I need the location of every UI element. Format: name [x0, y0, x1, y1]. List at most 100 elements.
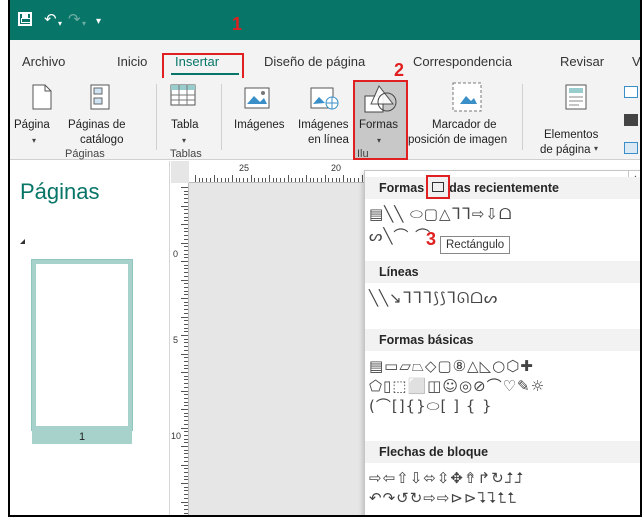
collapse-icon[interactable]	[20, 239, 25, 244]
ruler-tick	[213, 175, 215, 182]
undo-icon[interactable]: ↶	[44, 12, 57, 28]
ruler-tick	[184, 216, 188, 218]
customize-quick-access-icon[interactable]: ▾	[96, 14, 101, 30]
ruler-tick	[181, 372, 188, 373]
imagenes-button-label[interactable]: Imágenes	[234, 118, 285, 133]
ruler-tick	[184, 238, 188, 240]
ruler-tick	[181, 464, 188, 466]
page-thumbnail[interactable]	[32, 260, 132, 430]
calendar-icon[interactable]	[624, 86, 638, 98]
ruler-tick	[184, 442, 188, 444]
save-icon[interactable]	[18, 12, 32, 26]
ruler-tick	[217, 178, 219, 182]
tab-vista[interactable]: V	[632, 54, 640, 69]
ruler-tick	[261, 178, 263, 182]
publisher-window: ↶ ▾ ↷ ▾ ▾ 1 Archivo Inicio Insertar Dise…	[8, 0, 642, 517]
ruler-tick	[181, 335, 188, 336]
ruler-tick	[317, 178, 319, 182]
group-separator	[221, 84, 222, 150]
page-icon	[32, 84, 52, 110]
catalog-pages-icon	[90, 84, 110, 110]
ruler-tick	[181, 242, 188, 244]
paginas-catalogo-label-1[interactable]: Páginas de	[68, 118, 126, 133]
ruler-tick	[184, 512, 188, 514]
redo-icon: ↷	[68, 11, 81, 28]
ruler-tick	[184, 423, 188, 425]
ruler-tick	[354, 178, 356, 182]
ruler-tick	[198, 178, 200, 182]
ruler-tick	[306, 175, 307, 182]
ruler-tick	[184, 201, 188, 203]
ruler-tick	[269, 175, 270, 182]
ruler-tick	[184, 468, 188, 470]
marcador-label-1[interactable]: Marcador de	[432, 118, 497, 133]
ruler-tick	[184, 397, 188, 399]
ruler-tick	[184, 194, 188, 196]
ruler-tick	[272, 178, 274, 182]
lines-row[interactable]: ╲╲↘ᒣᒣᒣ⟆⟆ᒣᘏᗝᔕ	[369, 289, 498, 307]
rectangle-shape-button[interactable]	[426, 175, 450, 199]
ribbon-insertar: Página ▾ Páginas de catálogo Páginas Tab…	[10, 78, 640, 160]
block-arrows-row-1[interactable]: ⇨⇦⇧⇩⬄⇳✥⇮↱↻⮥⮥	[369, 469, 524, 487]
ruler-tick	[184, 508, 188, 510]
ruler-tick	[184, 212, 188, 214]
recent-shapes-row-1[interactable]: ▤╲╲ ⬭▢△ᒣᒣ⇨⇩ᗝ	[369, 205, 512, 223]
ruler-tick	[184, 286, 188, 288]
section-recent-shapes: Formas usadas recientemente	[365, 177, 640, 199]
tab-correspondencia[interactable]: Correspondencia	[413, 54, 512, 69]
ruler-tick	[181, 205, 188, 207]
pagina-button-label[interactable]: Página	[14, 118, 50, 133]
ad-icon[interactable]	[624, 114, 638, 126]
ruler-tick	[184, 294, 188, 296]
ruler-tick	[184, 253, 188, 255]
imagenes-linea-label-1[interactable]: Imágenes	[298, 118, 349, 133]
ruler-tick	[181, 409, 188, 410]
ruler-tick	[181, 298, 188, 299]
ruler-tick	[184, 479, 188, 481]
table-icon	[170, 84, 196, 106]
elementos-label-1[interactable]: Elementos	[544, 128, 598, 143]
ruler-tick	[291, 178, 293, 182]
elementos-label-2[interactable]: de página	[540, 143, 591, 158]
ruler-tick	[184, 420, 188, 422]
ruler-tick	[298, 178, 300, 182]
pages-pane-title: Páginas	[20, 179, 100, 204]
ruler-tick	[184, 505, 188, 507]
tabla-button-label[interactable]: Tabla	[171, 118, 199, 133]
recent-shapes-row-2[interactable]: ᔕ╲⌒ ⌒	[369, 227, 431, 245]
marcador-label-2[interactable]: posición de imagen	[408, 133, 507, 148]
block-arrows-row-2[interactable]: ↶↷↺↻⇨⇨⊳⊳⮧⮧⮤⮤	[369, 489, 517, 507]
ruler-tick	[184, 190, 188, 192]
tabla-dropdown-icon[interactable]: ▾	[182, 136, 186, 145]
online-pictures-icon	[310, 87, 339, 110]
ruler-tick	[181, 187, 188, 188]
ruler-label: 0	[173, 249, 179, 259]
tab-archivo[interactable]: Archivo	[22, 54, 65, 69]
step-1-annotation: 1	[232, 14, 243, 34]
pagina-dropdown-icon[interactable]: ▾	[32, 136, 36, 145]
ruler-tick	[335, 178, 337, 182]
basic-shapes-row-3[interactable]: (⌒[]{}⬭[ ] { }	[369, 397, 493, 415]
ruler-tick	[184, 346, 188, 348]
ruler-tick	[328, 178, 330, 182]
undo-dropdown-icon[interactable]: ▾	[58, 16, 62, 32]
tab-inicio[interactable]: Inicio	[117, 54, 147, 69]
ruler-tick	[184, 401, 188, 403]
border-accent-icon[interactable]	[624, 142, 638, 154]
ruler-tick	[184, 264, 188, 266]
tab-revisar[interactable]: Revisar	[560, 54, 604, 69]
ruler-tick	[184, 394, 188, 396]
imagenes-linea-label-2[interactable]: en línea	[308, 133, 349, 148]
ruler-tick	[184, 235, 188, 237]
redo-dropdown-icon: ▾	[82, 19, 87, 28]
ruler-tick	[184, 338, 188, 340]
paginas-catalogo-label-2[interactable]: catálogo	[80, 133, 123, 148]
ruler-tick	[181, 483, 188, 484]
ruler-tick	[228, 178, 230, 182]
ruler-tick	[209, 178, 211, 182]
basic-shapes-row-1[interactable]: ▤▭▱⏢◇▢⑧△◺○⬡✚	[369, 357, 534, 375]
elementos-dropdown-icon[interactable]: ▾	[594, 144, 598, 153]
basic-shapes-row-2[interactable]: ⬠▯⬚⬜◫☺◎⊘⌒♡✎☼	[369, 377, 545, 395]
ruler-tick	[361, 175, 363, 182]
tab-diseno-pagina[interactable]: Diseño de página	[264, 54, 365, 69]
